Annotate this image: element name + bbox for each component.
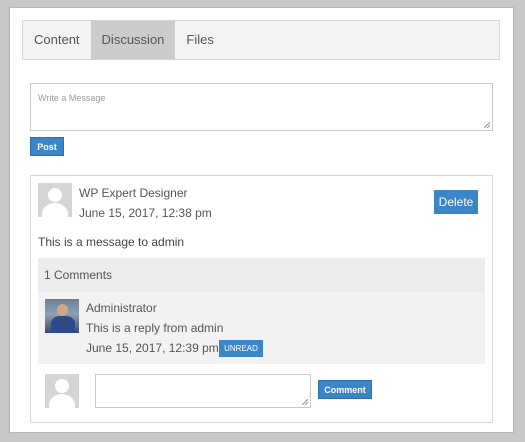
tab-content[interactable]: Content <box>23 21 91 59</box>
resize-grip-icon[interactable] <box>484 122 490 128</box>
comment-textarea[interactable] <box>95 374 311 408</box>
delete-button[interactable]: Delete <box>434 190 478 214</box>
tab-bar: Content Discussion Files <box>22 20 500 60</box>
reply-text: This is a reply from admin <box>86 321 224 335</box>
unread-badge[interactable]: UNREAD <box>219 340 263 357</box>
resize-grip-icon[interactable] <box>302 399 308 405</box>
discussion-panel: Content Discussion Files Write a Message… <box>9 7 514 433</box>
reply-author: Administrator <box>86 301 157 315</box>
avatar <box>45 299 79 333</box>
post-author: WP Expert Designer <box>79 186 188 200</box>
message-card: WP Expert Designer June 15, 2017, 12:38 … <box>30 175 493 423</box>
post-button[interactable]: Post <box>30 137 64 156</box>
message-textarea[interactable]: Write a Message <box>30 83 493 131</box>
message-placeholder: Write a Message <box>38 93 106 103</box>
user-silhouette-icon <box>38 183 72 217</box>
comments-count: 1 Comments <box>38 258 485 292</box>
tab-discussion[interactable]: Discussion <box>90 21 176 59</box>
post-message: This is a message to admin <box>38 235 185 249</box>
comment-button[interactable]: Comment <box>318 380 372 399</box>
reply-item: Administrator This is a reply from admin… <box>38 292 485 364</box>
tab-files[interactable]: Files <box>175 21 224 59</box>
post-date: June 15, 2017, 12:38 pm <box>79 206 212 220</box>
reply-date: June 15, 2017, 12:39 pm <box>86 341 219 355</box>
user-silhouette-icon <box>45 374 79 408</box>
